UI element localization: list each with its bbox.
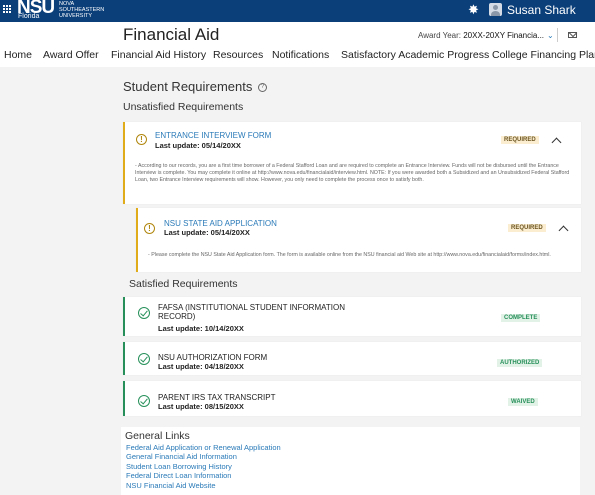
chevron-up-icon[interactable] <box>558 225 569 236</box>
nav-notifications[interactable]: Notifications <box>272 49 329 61</box>
student-requirements-heading: Student Requirements ? <box>123 79 267 94</box>
student-requirements-title: Student Requirements <box>123 79 253 94</box>
requirement-title-link[interactable]: NSU STATE AID APPLICATION <box>164 219 277 228</box>
last-update: Last update: 10/14/20XX <box>158 324 244 333</box>
requirement-title-link[interactable]: ENTRANCE INTERVIEW FORM <box>155 131 271 140</box>
award-year-select[interactable]: Award Year: 20XX-20XY Financia... ⌄ <box>418 31 554 40</box>
mail-icon[interactable] <box>568 32 577 38</box>
link-nsu-financial-aid-website[interactable]: NSU Financial Aid Website <box>126 481 215 490</box>
unsatisfied-heading: Unsatisfied Requirements <box>123 101 244 113</box>
top-bar: NSU Florida NOVA SOUTHEASTERN UNIVERSITY… <box>0 0 595 22</box>
last-update: Last update: 05/14/20XX <box>164 228 250 237</box>
status-badge: REQUIRED <box>508 224 546 232</box>
chevron-up-icon[interactable] <box>551 137 562 148</box>
requirement-card: ! NSU STATE AID APPLICATION Last update:… <box>136 208 581 272</box>
nav-award-offer[interactable]: Award Offer <box>43 49 99 61</box>
link-federal-direct-loan-info[interactable]: Federal Direct Loan Information <box>126 471 231 480</box>
warning-icon: ! <box>144 223 155 234</box>
nav-home[interactable]: Home <box>4 49 32 61</box>
requirement-title: PARENT IRS TAX TRANSCRIPT <box>158 393 276 402</box>
requirement-title: FAFSA (INSTITUTIONAL STUDENT INFORMATION… <box>158 303 345 321</box>
satisfied-heading: Satisfied Requirements <box>129 278 238 290</box>
page-header: Financial Aid Award Year: 20XX-20XY Fina… <box>0 22 595 67</box>
last-update: Last update: 04/18/20XX <box>158 362 244 371</box>
general-links-heading: General Links <box>125 430 190 442</box>
chevron-down-icon: ⌄ <box>547 31 554 40</box>
requirement-description: - Please complete the NSU State Aid Appl… <box>148 252 551 258</box>
status-badge: AUTHORIZED <box>497 359 543 367</box>
requirement-card: ! ENTRANCE INTERVIEW FORM Last update: 0… <box>123 122 581 204</box>
requirement-card: FAFSA (INSTITUTIONAL STUDENT INFORMATION… <box>123 297 581 336</box>
nav-resources[interactable]: Resources <box>213 49 263 61</box>
gear-icon[interactable]: ✸ <box>468 3 479 17</box>
app-grid-icon[interactable] <box>3 5 12 14</box>
last-update: Last update: 08/15/20XX <box>158 402 244 411</box>
check-circle-icon <box>138 395 150 407</box>
warning-icon: ! <box>136 134 147 145</box>
page-title: Financial Aid <box>123 25 220 44</box>
logo-name: NOVA SOUTHEASTERN UNIVERSITY <box>59 1 105 19</box>
nav-satisfactory-academic-progress[interactable]: Satisfactory Academic Progress <box>341 49 489 61</box>
award-year-value: 20XX-20XY Financia... <box>463 31 545 40</box>
requirement-title: NSU AUTHORIZATION FORM <box>158 353 268 362</box>
link-student-loan-borrowing-history[interactable]: Student Loan Borrowing History <box>126 462 232 471</box>
logo-subtitle: Florida <box>18 13 40 20</box>
nav-college-financing-plan[interactable]: College Financing Plan <box>492 49 595 61</box>
check-circle-icon <box>138 307 150 319</box>
award-year-label: Award Year: <box>418 31 461 40</box>
help-icon[interactable]: ? <box>257 83 267 93</box>
requirement-card: NSU AUTHORIZATION FORM Last update: 04/1… <box>123 342 581 375</box>
last-update: Last update: 05/14/20XX <box>155 141 241 150</box>
nav-financial-aid-history[interactable]: Financial Aid History <box>111 49 206 61</box>
link-federal-aid-application[interactable]: Federal Aid Application or Renewal Appli… <box>126 443 281 452</box>
requirement-description: - According to our records, you are a fi… <box>135 163 570 183</box>
divider <box>557 28 558 42</box>
check-circle-icon <box>138 353 150 365</box>
status-badge: WAIVED <box>508 398 538 406</box>
user-name[interactable]: Susan Shark <box>507 3 576 17</box>
link-general-financial-aid-info[interactable]: General Financial Aid Information <box>126 452 237 461</box>
status-badge: COMPLETE <box>501 314 541 322</box>
avatar[interactable] <box>489 3 502 16</box>
status-badge: REQUIRED <box>501 136 539 144</box>
requirement-card: PARENT IRS TAX TRANSCRIPT Last update: 0… <box>123 381 581 416</box>
